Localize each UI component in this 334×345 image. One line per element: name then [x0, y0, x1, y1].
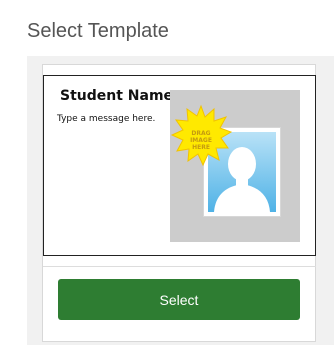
drag-image-badge: DRAG IMAGE HERE [170, 104, 233, 167]
drag-image-text: DRAG IMAGE HERE [190, 130, 212, 151]
template-preview[interactable]: Student Name Type a message here. DRAG I… [43, 75, 316, 256]
select-button[interactable]: Select [58, 279, 300, 320]
message-text: Type a message here. [57, 114, 156, 124]
page-title: Select Template [27, 20, 169, 42]
image-drop-zone[interactable]: DRAG IMAGE HERE [170, 90, 300, 242]
card-divider [43, 266, 316, 267]
student-name-text: Student Name [60, 88, 174, 104]
